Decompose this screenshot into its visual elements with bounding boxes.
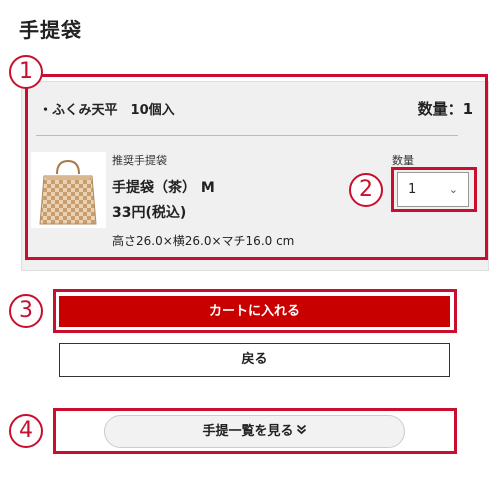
product-price: 33円(税込) — [112, 205, 187, 221]
quantity-value: 1 — [408, 182, 417, 197]
annotation-number-1: 1 — [9, 55, 43, 89]
page-title: 手提袋 — [19, 18, 82, 42]
divider — [36, 135, 458, 136]
quantity-select[interactable]: 1 ⌄ — [397, 172, 469, 207]
view-list-label: 手提一覧を見る — [202, 424, 294, 439]
product-dimensions: 高さ26.0×横26.0×マチ16.0 cm — [112, 234, 295, 248]
product-title: 手提袋（茶） M — [112, 180, 215, 196]
annotation-number-4: 4 — [9, 414, 43, 448]
recommend-label: 推奨手提袋 — [112, 154, 167, 167]
chevron-down-icon: ⌄ — [448, 183, 458, 196]
add-to-cart-button[interactable]: カートに入れる — [59, 296, 450, 327]
annotation-number-3: 3 — [9, 294, 43, 328]
view-list-button[interactable]: 手提一覧を見る — [104, 415, 405, 448]
annotation-number-2: 2 — [349, 173, 383, 207]
double-chevron-down-icon — [296, 416, 307, 447]
quantity-summary: 数量：1 — [417, 100, 473, 118]
paper-bag-icon — [31, 152, 106, 228]
back-button[interactable]: 戻る — [59, 343, 450, 377]
item-name: ・ふくみ天平 10個入 — [39, 103, 175, 118]
quantity-label: 数量 — [392, 154, 414, 167]
